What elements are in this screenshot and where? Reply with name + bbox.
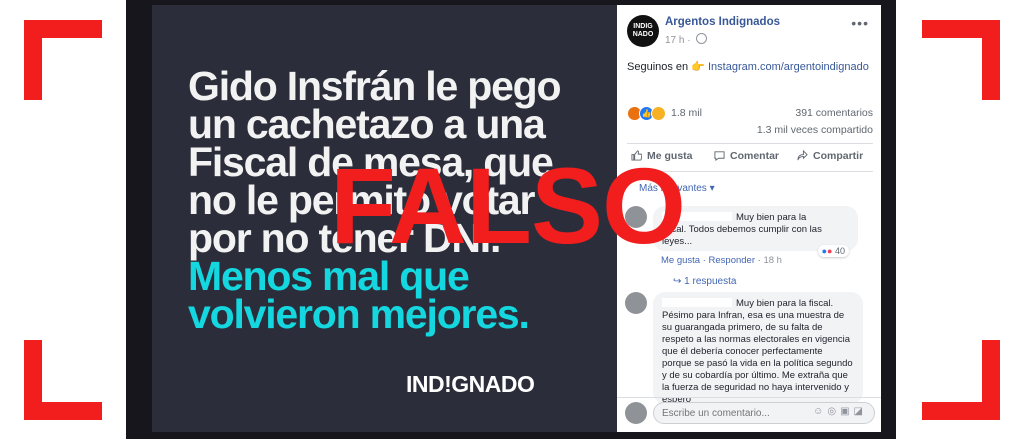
reaction-icons[interactable]: 👍	[627, 106, 666, 121]
share-icon	[797, 150, 808, 161]
globe-icon	[696, 33, 708, 44]
post-text-prefix: Seguinos en	[627, 61, 689, 73]
page-name-link[interactable]: Argentos Indignados	[665, 16, 780, 28]
reply-arrow-icon: ↪	[673, 276, 682, 287]
corner-bracket-bottom-right	[922, 340, 1000, 420]
share-button[interactable]: Compartir	[797, 150, 863, 162]
input-icons: ☺◎▣◪	[813, 406, 867, 417]
brand-logo: IND!GNADO	[406, 371, 535, 397]
comments-count[interactable]: 391 comentarios	[795, 107, 873, 119]
view-replies-link[interactable]: ↪ 1 respuesta	[673, 276, 736, 287]
comment-icon	[714, 151, 725, 161]
comment-item: Muy bien para la fiscal. Pésimo para Inf…	[625, 292, 873, 405]
more-options-icon[interactable]: •••	[851, 15, 869, 31]
highlight-line: volvieron mejores.	[188, 291, 530, 337]
corner-bracket-top-right	[922, 20, 1000, 100]
camera-icon[interactable]: ◎	[827, 406, 840, 417]
comment-time[interactable]: 18 h	[763, 255, 782, 266]
comment-bubble: Muy bien para la fiscal. Pésimo para Inf…	[653, 292, 863, 405]
comment-text: fiscal. Todos debemos cumplir con las	[662, 224, 822, 235]
shares-count[interactable]: 1.3 mil veces compartido	[757, 124, 873, 136]
reactions-bar: 👍 1.8 mil 391 comentarios 1.3 mil veces …	[627, 106, 873, 136]
sticker-icon[interactable]: ◪	[854, 406, 867, 417]
avatar[interactable]	[625, 292, 647, 314]
redacted-name	[662, 298, 732, 307]
comment-reactions[interactable]: ●● 40	[817, 245, 849, 257]
share-label: Compartir	[813, 150, 864, 162]
comment-text: Muy bien para la fiscal. Pésimo para Inf…	[662, 298, 853, 405]
page-avatar[interactable]: INDIG NADO	[627, 15, 659, 47]
headline-line: Gido Insfrán le pego	[188, 63, 562, 109]
instagram-link[interactable]: Instagram.com/argentoindignado	[708, 61, 869, 73]
comment-reply-link[interactable]: Responder	[709, 255, 755, 266]
reaction-count[interactable]: 1.8 mil	[671, 107, 702, 119]
falso-stamp: FALSO	[330, 145, 686, 266]
corner-bracket-top-left	[24, 20, 102, 100]
divider	[627, 143, 873, 144]
post-time[interactable]: 17 h	[665, 35, 684, 46]
chevron-down-icon: ▾	[709, 183, 715, 194]
replies-count: 1 respuesta	[684, 276, 737, 287]
avatar	[625, 402, 647, 424]
post-meta: 17 h ·	[665, 33, 708, 46]
gif-icon[interactable]: ▣	[840, 406, 853, 417]
post-text: Seguinos en 👉 Instagram.com/argentoindig…	[627, 60, 869, 73]
emoji-icon[interactable]: ☺	[813, 406, 827, 417]
love-reaction-icon: ●	[827, 246, 833, 256]
comment-label: Comentar	[730, 150, 780, 162]
headline-line: un cachetazo a una	[188, 101, 546, 147]
comment-text: Muy bien para la	[736, 212, 807, 223]
pointing-hand-icon: 👉	[691, 61, 705, 73]
comment-reaction-count: 40	[834, 246, 845, 256]
corner-bracket-bottom-left	[24, 340, 102, 420]
comment-composer: ☺◎▣◪	[625, 400, 875, 428]
wow-reaction-icon	[651, 106, 666, 121]
comment-button[interactable]: Comentar	[714, 150, 779, 162]
post-header: INDIG NADO Argentos Indignados 17 h · ••…	[627, 15, 873, 51]
divider	[617, 397, 881, 398]
